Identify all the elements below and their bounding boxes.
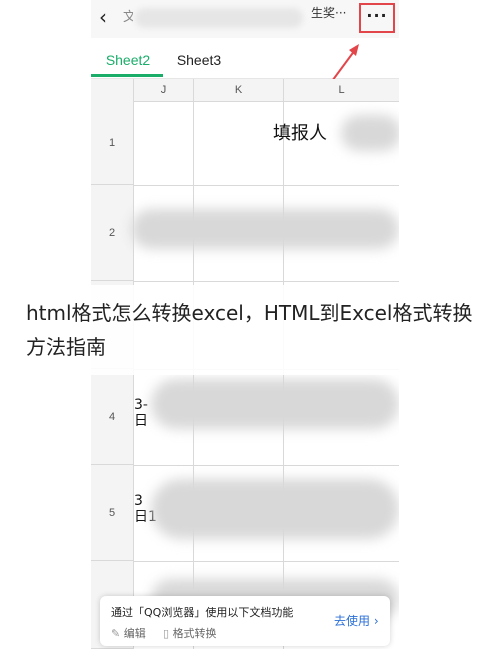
edit-icon: ✎	[111, 627, 121, 640]
cell-j4[interactable]: 3- 日	[134, 397, 148, 429]
caption-text: html格式怎么转换excel，HTML到Excel格式转换方法指南	[26, 301, 473, 359]
column-header-k[interactable]: K	[193, 79, 283, 101]
promo-edit-label: 编辑	[123, 627, 146, 640]
column-header-l[interactable]: L	[283, 79, 399, 101]
blurred-content	[151, 479, 399, 539]
row-header-2[interactable]: 2	[91, 185, 133, 281]
promo-edit-item[interactable]: ✎ 编辑	[111, 625, 146, 641]
grid-line	[193, 101, 194, 649]
qq-browser-promo[interactable]: 通过「QQ浏览器」使用以下文档功能 ✎ 编辑 ▯ 格式转换 去使用 ›	[100, 596, 390, 646]
top-navigation-bar: ‹ 文 生奖··· ···	[91, 0, 399, 38]
more-options-button[interactable]: ···	[359, 3, 395, 33]
grid-line	[133, 465, 399, 466]
promo-convert-item[interactable]: ▯ 格式转换	[163, 625, 217, 641]
column-header-row: J K L	[91, 79, 399, 102]
grid-line	[133, 101, 134, 649]
sheet-tabs: Sheet2 Sheet3	[91, 44, 399, 79]
row-header-1[interactable]: 1	[91, 101, 133, 185]
tab-sheet2[interactable]: Sheet2	[101, 50, 155, 72]
document-title-prefix: 文	[123, 9, 133, 24]
chevron-left-icon[interactable]: ‹	[99, 6, 115, 28]
active-tab-indicator	[91, 74, 163, 77]
go-use-button[interactable]: 去使用 ›	[334, 612, 379, 629]
grid-line	[133, 185, 399, 186]
blurred-content	[131, 209, 399, 249]
blurred-content	[151, 379, 399, 429]
tab-sheet3[interactable]: Sheet3	[171, 50, 227, 72]
row-header-4[interactable]: 4	[91, 369, 133, 465]
document-title-suffix: 生奖···	[311, 6, 347, 20]
promo-message: 通过「QQ浏览器」使用以下文档功能	[111, 606, 294, 619]
grid-line	[283, 101, 284, 649]
grid-line	[133, 561, 399, 562]
cell-l1-reporter[interactable]: 填报人	[273, 119, 327, 145]
document-icon: ▯	[163, 627, 170, 640]
blurred-title	[135, 8, 303, 28]
grid-line	[133, 281, 399, 282]
row-header-5[interactable]: 5	[91, 465, 133, 561]
promo-convert-label: 格式转换	[172, 627, 217, 640]
column-header-j[interactable]: J	[133, 79, 193, 101]
blurred-content	[341, 115, 399, 151]
